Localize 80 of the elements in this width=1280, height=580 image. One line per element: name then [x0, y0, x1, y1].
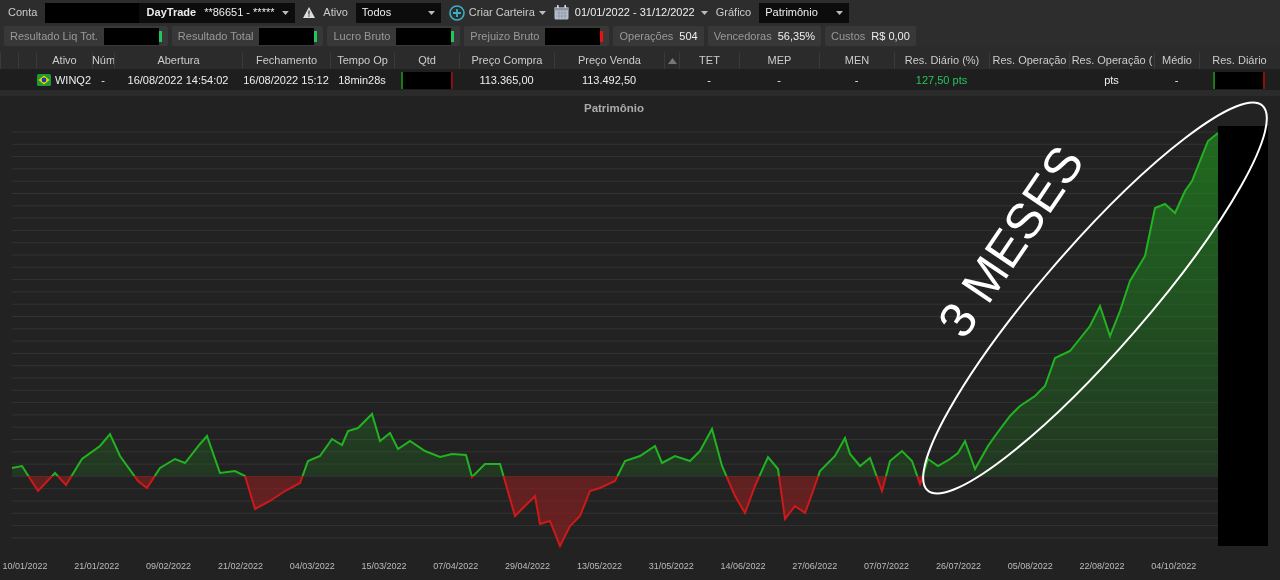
- table-cell-text: 113.365,00: [479, 72, 534, 88]
- table-cell-text: -: [777, 72, 781, 88]
- axis-label: 05/08/2022: [1007, 561, 1053, 571]
- asset-label: Ativo: [323, 5, 348, 21]
- column-header[interactable]: Res. Operação (: [1069, 52, 1154, 69]
- axis-label: 14/06/2022: [720, 561, 766, 571]
- axis-label: 15/03/2022: [361, 561, 407, 571]
- summary-value: R$ 0,00: [871, 28, 910, 44]
- redacted-block: [400, 71, 453, 89]
- axis-label: 04/10/2022: [1151, 561, 1197, 571]
- axis-label: 22/08/2022: [1079, 561, 1125, 571]
- column-header[interactable]: Núm: [92, 52, 114, 69]
- redacted-block: [259, 27, 315, 45]
- caret-icon: [538, 10, 546, 15]
- caret-icon: [282, 10, 290, 15]
- account-label: Conta: [8, 5, 38, 21]
- redacted-block: [1213, 71, 1265, 89]
- chart-type-select[interactable]: Patrimônio: [759, 2, 850, 23]
- column-header[interactable]: Qtd: [394, 52, 459, 69]
- summary-label: Custos: [831, 28, 866, 44]
- table-cell-text: 127,50 pts: [915, 72, 968, 88]
- summary-label: Resultado Total: [177, 28, 254, 44]
- column-header[interactable]: Médio: [1154, 52, 1199, 69]
- table-cell-text: 16/08/2022 15:12: [243, 72, 329, 88]
- table-cell-text: 18min28s: [338, 72, 386, 88]
- chart-label: Gráfico: [715, 5, 752, 21]
- column-header[interactable]: TET: [679, 52, 739, 69]
- redacted-block: [396, 27, 452, 45]
- summary-label: Prejuizo Bruto: [470, 28, 540, 44]
- account-select[interactable]: DayTrade **86651 - *****: [45, 2, 296, 23]
- column-header[interactable]: MEP: [739, 52, 819, 69]
- axis-label: 13/05/2022: [576, 561, 622, 571]
- column-header[interactable]: Res. Operação: [989, 52, 1069, 69]
- table-cell-text: 113.492,50: [581, 72, 637, 88]
- caret-icon: [700, 10, 708, 15]
- table-cell-text: -: [707, 72, 711, 88]
- summary-label: Lucro Bruto: [333, 28, 391, 44]
- column-header[interactable]: Res. Diário (%): [894, 52, 989, 69]
- chart-title: Patrimônio: [583, 102, 645, 114]
- column-header[interactable]: Preço Venda: [554, 52, 664, 69]
- create-portfolio-button[interactable]: Criar Carteira: [448, 4, 546, 21]
- axis-label: 04/03/2022: [289, 561, 335, 571]
- axis-label: 29/04/2022: [505, 561, 551, 571]
- summary-value: 504: [679, 28, 698, 44]
- caret-icon: [427, 10, 435, 15]
- axis-label: 07/07/2022: [864, 561, 910, 571]
- axis-label: 07/04/2022: [433, 561, 479, 571]
- redacted-block: [103, 27, 159, 45]
- axis-label: 31/05/2022: [648, 561, 694, 571]
- axis-label: 21/02/2022: [217, 561, 263, 571]
- axis-label: 10/01/2022: [2, 561, 48, 571]
- redacted-block: [545, 27, 601, 45]
- summary-label: Vencedoras: [713, 28, 772, 44]
- table-cell-text: -: [101, 72, 105, 88]
- table-cell-text: -: [1174, 72, 1179, 88]
- column-header[interactable]: Tempo Op: [330, 52, 394, 69]
- summary-label: Operações: [619, 28, 674, 44]
- plus-circle-icon: [448, 4, 465, 21]
- axis-label: 27/06/2022: [792, 561, 838, 571]
- calendar-icon: [553, 5, 569, 20]
- summary-value: 56,35%: [777, 28, 816, 44]
- column-header[interactable]: Fechamento: [242, 52, 330, 69]
- warning-icon: [303, 7, 316, 18]
- axis-label: 26/07/2022: [935, 561, 981, 571]
- asset-select[interactable]: Todos: [355, 2, 441, 23]
- table-cell-text: 16/08/2022 14:54:02: [127, 72, 229, 88]
- flag-icon: [36, 74, 51, 86]
- table-cell-text: pts: [1104, 72, 1119, 88]
- column-header[interactable]: Res. Diário: [1199, 52, 1279, 69]
- axis-label: 21/01/2022: [74, 561, 120, 571]
- axis-label: 09/02/2022: [146, 561, 192, 571]
- column-header[interactable]: Abertura: [114, 52, 242, 69]
- caret-icon: [836, 10, 844, 15]
- asset-cell-text: WINQ2: [54, 72, 92, 88]
- column-header[interactable]: Ativo: [36, 52, 92, 69]
- column-header[interactable]: MEN: [819, 52, 894, 69]
- summary-label: Resultado Liq Tot.: [10, 28, 98, 44]
- column-header[interactable]: Preço Compra: [459, 52, 554, 69]
- table-cell-text: -: [854, 72, 859, 88]
- date-range-picker[interactable]: 01/01/2022 - 31/12/2022: [553, 4, 708, 21]
